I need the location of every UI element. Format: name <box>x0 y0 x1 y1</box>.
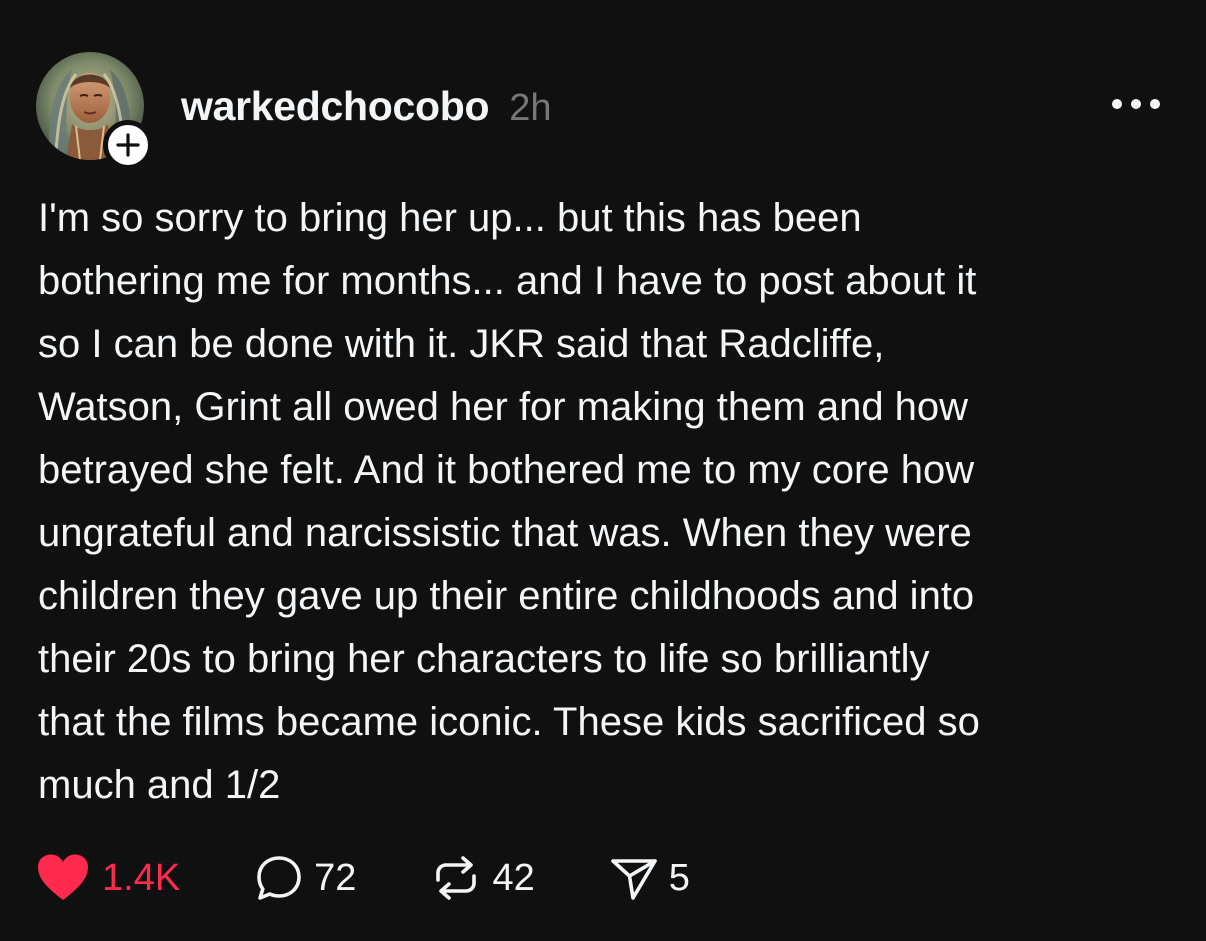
post-header: warkedchocobo 2h <box>181 83 552 130</box>
heart-filled-icon <box>38 854 88 900</box>
ellipsis-icon <box>1131 99 1141 109</box>
post-text-line: so I can be done with it. JKR said that … <box>38 322 885 366</box>
post-text-line: much and 1/2 <box>38 763 281 807</box>
repost-arrows-icon <box>436 856 477 900</box>
share-count: 5 <box>668 856 690 899</box>
reply-count: 72 <box>314 856 357 899</box>
more-options-button[interactable] <box>1108 88 1164 120</box>
repost-button[interactable]: 42 <box>430 850 535 906</box>
post-text-line: bothering me for months... and I have to… <box>38 259 977 303</box>
post-text-line: Watson, Grint all owed her for making th… <box>38 385 969 429</box>
paper-plane-icon <box>610 859 657 900</box>
post-timestamp[interactable]: 2h <box>509 87 551 130</box>
speech-bubble-icon <box>257 856 301 900</box>
like-count: 1.4K <box>102 856 181 899</box>
follow-button[interactable] <box>103 120 153 170</box>
post-actions: 1.4K 72 42 5 <box>36 850 690 906</box>
post-text-line: their 20s to bring her characters to lif… <box>38 637 930 681</box>
repost-count: 42 <box>492 856 535 899</box>
thread-post: warkedchocobo 2h I'm so sorry to bring h… <box>0 0 1206 941</box>
like-button[interactable]: 1.4K <box>36 850 180 906</box>
post-text-line: children they gave up their entire child… <box>38 574 975 618</box>
post-text-line: ungrateful and narcissistic that was. Wh… <box>38 511 972 555</box>
post-text-line: that the films became iconic. These kids… <box>38 700 980 744</box>
post-text-line: I'm so sorry to bring her up... but this… <box>38 196 862 240</box>
post-text-line: betrayed she felt. And it bothered me to… <box>38 448 975 492</box>
share-button[interactable]: 5 <box>609 850 690 906</box>
username-link[interactable]: warkedchocobo <box>181 83 490 130</box>
ellipsis-icon <box>1150 99 1160 109</box>
reply-button[interactable]: 72 <box>254 850 356 906</box>
post-body: I'm so sorry to bring her up... but this… <box>38 187 1168 817</box>
ellipsis-icon <box>1112 99 1122 109</box>
plus-icon <box>116 133 140 157</box>
